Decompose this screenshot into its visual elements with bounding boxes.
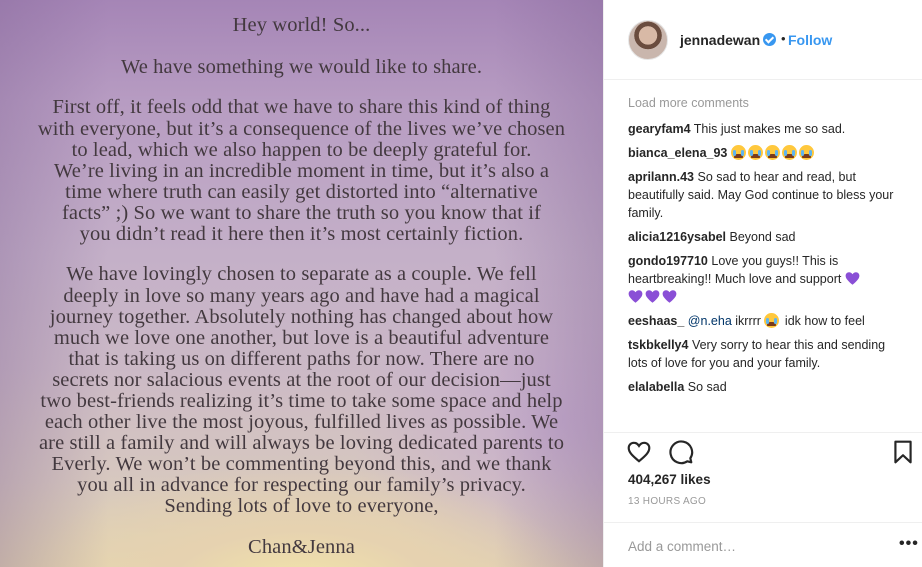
note-line: Everly. We won’t be commenting beyond th… <box>51 453 552 475</box>
note-line: facts” ;) So we want to share the truth … <box>61 202 541 224</box>
note-line: time where truth can easily get distorte… <box>65 181 538 203</box>
comment-text: So sad <box>687 380 727 394</box>
header-separator: • <box>781 31 786 46</box>
comment-item: gearyfam4 This just makes me so sad. <box>628 120 908 138</box>
note-line: We have something we would like to share… <box>120 56 483 78</box>
heart-outline-icon[interactable] <box>626 439 652 465</box>
crying-emoji-icon <box>730 145 746 160</box>
note-line: that is taking us on different paths for… <box>68 348 535 370</box>
note-line: journey together. Absolutely nothing has… <box>49 306 554 328</box>
note-line: First off, it feels odd that we have to … <box>52 96 551 118</box>
note-line: are still a family and will always be lo… <box>38 432 565 454</box>
comment-item: gondo197710 Love you guys!! This is hear… <box>628 252 908 306</box>
comment-username[interactable]: alicia1216ysabel <box>628 230 726 244</box>
crying-emoji-icon <box>764 313 780 328</box>
note-line: We have lovingly chosen to separate as a… <box>66 263 537 285</box>
purple-heart-icon <box>645 290 660 303</box>
more-options-button[interactable]: ••• <box>899 535 919 553</box>
purple-heart-icon <box>662 290 677 303</box>
follow-button[interactable]: Follow <box>788 32 832 48</box>
verified-badge-icon <box>763 33 776 46</box>
post-timestamp[interactable]: 13 HOURS AGO <box>628 496 706 507</box>
crying-emoji-icon <box>781 145 797 160</box>
note-line: deeply in love so many years ago and hav… <box>63 285 540 307</box>
comment-text: ikrrrr <box>735 314 761 328</box>
header-username[interactable]: jennadewan <box>680 32 760 48</box>
bookmark-icon[interactable] <box>890 439 916 465</box>
note-line: you all in advance for respecting our fa… <box>77 474 526 496</box>
comment-text: idk how to feel <box>784 314 865 328</box>
load-more-comments-link[interactable]: Load more comments <box>628 94 908 112</box>
comments-fade <box>604 418 922 432</box>
post-actions: 404,267 likes 13 HOURS AGO <box>604 432 922 522</box>
note-line: you didn’t read it here then it’s most c… <box>79 223 524 245</box>
note-line: each other live the most joyous, fulfill… <box>44 411 559 433</box>
comment-text: Beyond sad <box>729 230 796 244</box>
comment-username[interactable]: bianca_elena_93 <box>628 146 727 160</box>
note-line: two best-friends realizing it’s time to … <box>40 390 563 412</box>
comment-item: tskbkelly4 Very sorry to hear this and s… <box>628 336 908 372</box>
note-line: Sending lots of love to everyone, <box>164 495 439 517</box>
comments-list: Load more comments gearyfam4 This just m… <box>628 90 908 430</box>
note-line: secrets nor salacious events at the root… <box>52 369 551 391</box>
note-signature: Chan&Jenna <box>248 536 355 558</box>
comment-username[interactable]: elalabella <box>628 380 684 394</box>
comment-username[interactable]: gearyfam4 <box>628 122 691 136</box>
crying-emoji-icon <box>764 145 780 160</box>
post-header: jennadewan • Follow <box>604 0 922 80</box>
purple-heart-icon <box>845 272 860 285</box>
note-line: with everyone, but it’s a consequence of… <box>37 118 566 140</box>
comment-item: bianca_elena_93 <box>628 144 908 162</box>
add-comment-input[interactable] <box>628 536 878 556</box>
comment-item: aprilann.43 So sad to hear and read, but… <box>628 168 908 222</box>
note-line: much we love one another, but love is a … <box>53 327 550 349</box>
add-comment-bar: ••• <box>604 522 922 567</box>
likes-count[interactable]: 404,267 likes <box>628 472 711 487</box>
comment-item: eeshaas_ @n.eha ikrrrr idk how to feel <box>628 312 908 330</box>
comment-username[interactable]: aprilann.43 <box>628 170 694 184</box>
crying-emoji-icon <box>747 145 763 160</box>
crying-emoji-icon <box>798 145 814 160</box>
avatar[interactable] <box>628 20 668 60</box>
comment-item: alicia1216ysabel Beyond sad <box>628 228 908 246</box>
post-sidebar: jennadewan • Follow Load more comments g… <box>603 0 922 567</box>
comment-username[interactable]: tskbkelly4 <box>628 338 688 352</box>
comment-item: elalabella So sad <box>628 378 908 396</box>
post-note-text: Hey world! So... We have something we wo… <box>0 0 603 567</box>
post-image: Hey world! So... We have something we wo… <box>0 0 603 567</box>
comment-username[interactable]: gondo197710 <box>628 254 708 268</box>
comment-text: This just makes me so sad. <box>693 122 846 136</box>
note-line: We’re living in an incredible moment in … <box>53 160 550 182</box>
speech-bubble-icon[interactable] <box>668 439 694 465</box>
comment-mention-link[interactable]: @n.eha <box>688 314 732 328</box>
comment-username[interactable]: eeshaas_ <box>628 314 684 328</box>
note-line: to lead, which we also happen to be deep… <box>71 139 532 161</box>
purple-heart-icon <box>628 290 643 303</box>
note-line: Hey world! So... <box>232 14 371 36</box>
